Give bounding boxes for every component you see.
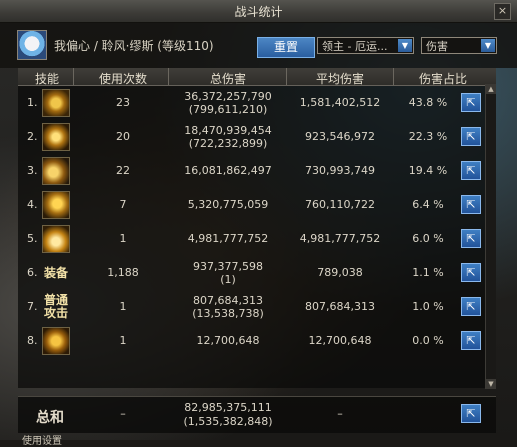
table-row[interactable]: 6. 装备 1,188 937,377,598 (1) 789,038 1.1 … bbox=[18, 258, 496, 292]
table-row[interactable]: 4. 7 5,320,775,059 760,110,722 6.4 % ⇱ bbox=[18, 190, 496, 224]
total-damage-sub: (722,232,899) bbox=[188, 137, 268, 150]
damage-share: 1.1 % bbox=[412, 266, 444, 279]
damage-share: 0.0 % bbox=[412, 334, 444, 347]
equipment-text-icon: 装备 bbox=[43, 266, 68, 280]
avg-damage: 807,684,313 bbox=[305, 300, 375, 313]
scrollbar[interactable]: ▲ ▼ bbox=[485, 84, 496, 389]
col-total-damage[interactable]: 总伤害 bbox=[168, 70, 288, 87]
stat-type-value: 伤害 bbox=[426, 40, 448, 53]
table-row[interactable]: 2. 20 18,470,939,454 (722,232,899) 923,5… bbox=[18, 122, 496, 156]
skill-icon bbox=[42, 157, 70, 185]
title-bar[interactable]: 战斗统计 × bbox=[0, 0, 517, 23]
use-count: 1 bbox=[119, 300, 127, 313]
total-damage: 5,320,775,059 bbox=[187, 198, 269, 211]
share-icon[interactable]: ⇱ bbox=[461, 195, 481, 214]
damage-share: 19.4 % bbox=[408, 164, 448, 177]
scroll-up-icon[interactable]: ▲ bbox=[486, 84, 496, 94]
share-icon[interactable]: ⇱ bbox=[461, 229, 481, 248]
table-row[interactable]: 3. 22 16,081,862,497 730,993,749 19.4 % … bbox=[18, 156, 496, 190]
share-icon[interactable]: ⇱ bbox=[461, 404, 481, 423]
total-damage: 12,700,648 bbox=[196, 334, 260, 347]
share-icon[interactable]: ⇱ bbox=[461, 331, 481, 350]
row-index: 1. bbox=[27, 96, 38, 109]
use-count: 1 bbox=[119, 334, 127, 347]
boss-select-value: 领主 - 厄运... bbox=[322, 40, 388, 53]
avg-damage: 923,546,972 bbox=[305, 130, 375, 143]
skill-icon bbox=[42, 123, 70, 151]
column-divider bbox=[73, 68, 74, 85]
skill-icon bbox=[42, 327, 70, 355]
total-damage: 807,684,313 bbox=[193, 294, 263, 307]
damage-share: 6.4 % bbox=[412, 198, 444, 211]
use-count: 20 bbox=[116, 130, 130, 143]
table-row[interactable]: 5. 1 4,981,777,752 4,981,777,752 6.0 % ⇱ bbox=[18, 224, 496, 258]
row-index: 7. bbox=[27, 300, 38, 313]
row-index: 8. bbox=[27, 334, 38, 347]
combat-stats-window: 战斗统计 × 我偏心 / 聆风·缪斯 (等级110) 重置 领主 - 厄运...… bbox=[0, 0, 517, 447]
damage-share: 43.8 % bbox=[408, 96, 448, 109]
use-count: 7 bbox=[119, 198, 127, 211]
close-icon[interactable]: × bbox=[494, 3, 511, 20]
skill-icon bbox=[42, 191, 70, 219]
avg-damage: 789,038 bbox=[317, 266, 363, 279]
grand-total-damage-sub: (1,535,382,848) bbox=[183, 415, 273, 428]
grand-total-damage: 82,985,375,111 bbox=[184, 401, 272, 414]
col-skill[interactable]: 技能 bbox=[30, 70, 64, 87]
row-index: 3. bbox=[27, 164, 38, 177]
share-icon[interactable]: ⇱ bbox=[461, 127, 481, 146]
col-uses[interactable]: 使用次数 bbox=[78, 70, 168, 87]
skill-icon bbox=[42, 89, 70, 117]
avg-damage: 12,700,648 bbox=[308, 334, 372, 347]
total-damage-sub: (13,538,738) bbox=[192, 307, 264, 320]
share-icon[interactable]: ⇱ bbox=[461, 263, 481, 282]
total-damage: 4,981,777,752 bbox=[187, 232, 269, 245]
skill-icon bbox=[42, 225, 70, 253]
row-index: 6. bbox=[27, 266, 38, 279]
table-header: 技能 使用次数 总伤害 平均伤害 伤害占比 bbox=[18, 68, 496, 86]
avg-damage: 730,993,749 bbox=[305, 164, 375, 177]
table-row[interactable]: 1. 23 36,372,257,790 (799,611,210) 1,581… bbox=[18, 88, 496, 122]
use-count: 22 bbox=[116, 164, 130, 177]
total-label: 总和 bbox=[36, 410, 64, 426]
total-damage: 937,377,598 bbox=[193, 260, 263, 273]
normal-attack-text-icon: 普通 攻击 bbox=[43, 293, 68, 320]
scroll-down-icon[interactable]: ▼ bbox=[486, 379, 496, 389]
share-icon[interactable]: ⇱ bbox=[461, 93, 481, 112]
damage-share: 1.0 % bbox=[412, 300, 444, 313]
col-damage-share[interactable]: 伤害占比 bbox=[393, 70, 493, 87]
row-index: 4. bbox=[27, 198, 38, 211]
chevron-down-icon[interactable]: ▼ bbox=[398, 39, 412, 52]
total-damage: 18,470,939,454 bbox=[184, 124, 272, 137]
row-index: 2. bbox=[27, 130, 38, 143]
avatar bbox=[17, 30, 47, 60]
use-count: 23 bbox=[116, 96, 130, 109]
avg-damage: 760,110,722 bbox=[305, 198, 375, 211]
stat-type-select[interactable]: 伤害 ▼ bbox=[421, 37, 497, 54]
total-damage-sub: (1) bbox=[220, 273, 236, 286]
total-damage: 16,081,862,497 bbox=[184, 164, 272, 177]
row-index: 5. bbox=[27, 232, 38, 245]
total-uses: – bbox=[120, 407, 126, 420]
chevron-down-icon[interactable]: ▼ bbox=[481, 39, 495, 52]
reset-button[interactable]: 重置 bbox=[257, 37, 315, 58]
avg-damage: 1,581,402,512 bbox=[299, 96, 381, 109]
damage-share: 6.0 % bbox=[412, 232, 444, 245]
window-title: 战斗统计 bbox=[234, 5, 283, 19]
share-icon[interactable]: ⇱ bbox=[461, 297, 481, 316]
use-count: 1,188 bbox=[107, 266, 139, 279]
table-row[interactable]: 8. 1 12,700,648 12,700,648 0.0 % ⇱ bbox=[18, 326, 496, 360]
total-damage-sub: (799,611,210) bbox=[188, 103, 268, 116]
use-count: 1 bbox=[119, 232, 127, 245]
damage-share: 22.3 % bbox=[408, 130, 448, 143]
total-row: 总和 – 82,985,375,111 (1,535,382,848) – ⇱ bbox=[18, 396, 496, 433]
share-icon[interactable]: ⇱ bbox=[461, 161, 481, 180]
total-damage: 36,372,257,790 bbox=[184, 90, 272, 103]
table-row[interactable]: 7. 普通 攻击 1 807,684,313 (13,538,738) 807,… bbox=[18, 292, 496, 326]
player-name: 我偏心 / 聆风·缪斯 (等级110) bbox=[54, 39, 214, 53]
boss-select[interactable]: 领主 - 厄运... ▼ bbox=[317, 37, 414, 54]
col-avg-damage[interactable]: 平均伤害 bbox=[286, 70, 394, 87]
avg-damage: 4,981,777,752 bbox=[299, 232, 381, 245]
total-avg-damage: – bbox=[337, 407, 343, 420]
